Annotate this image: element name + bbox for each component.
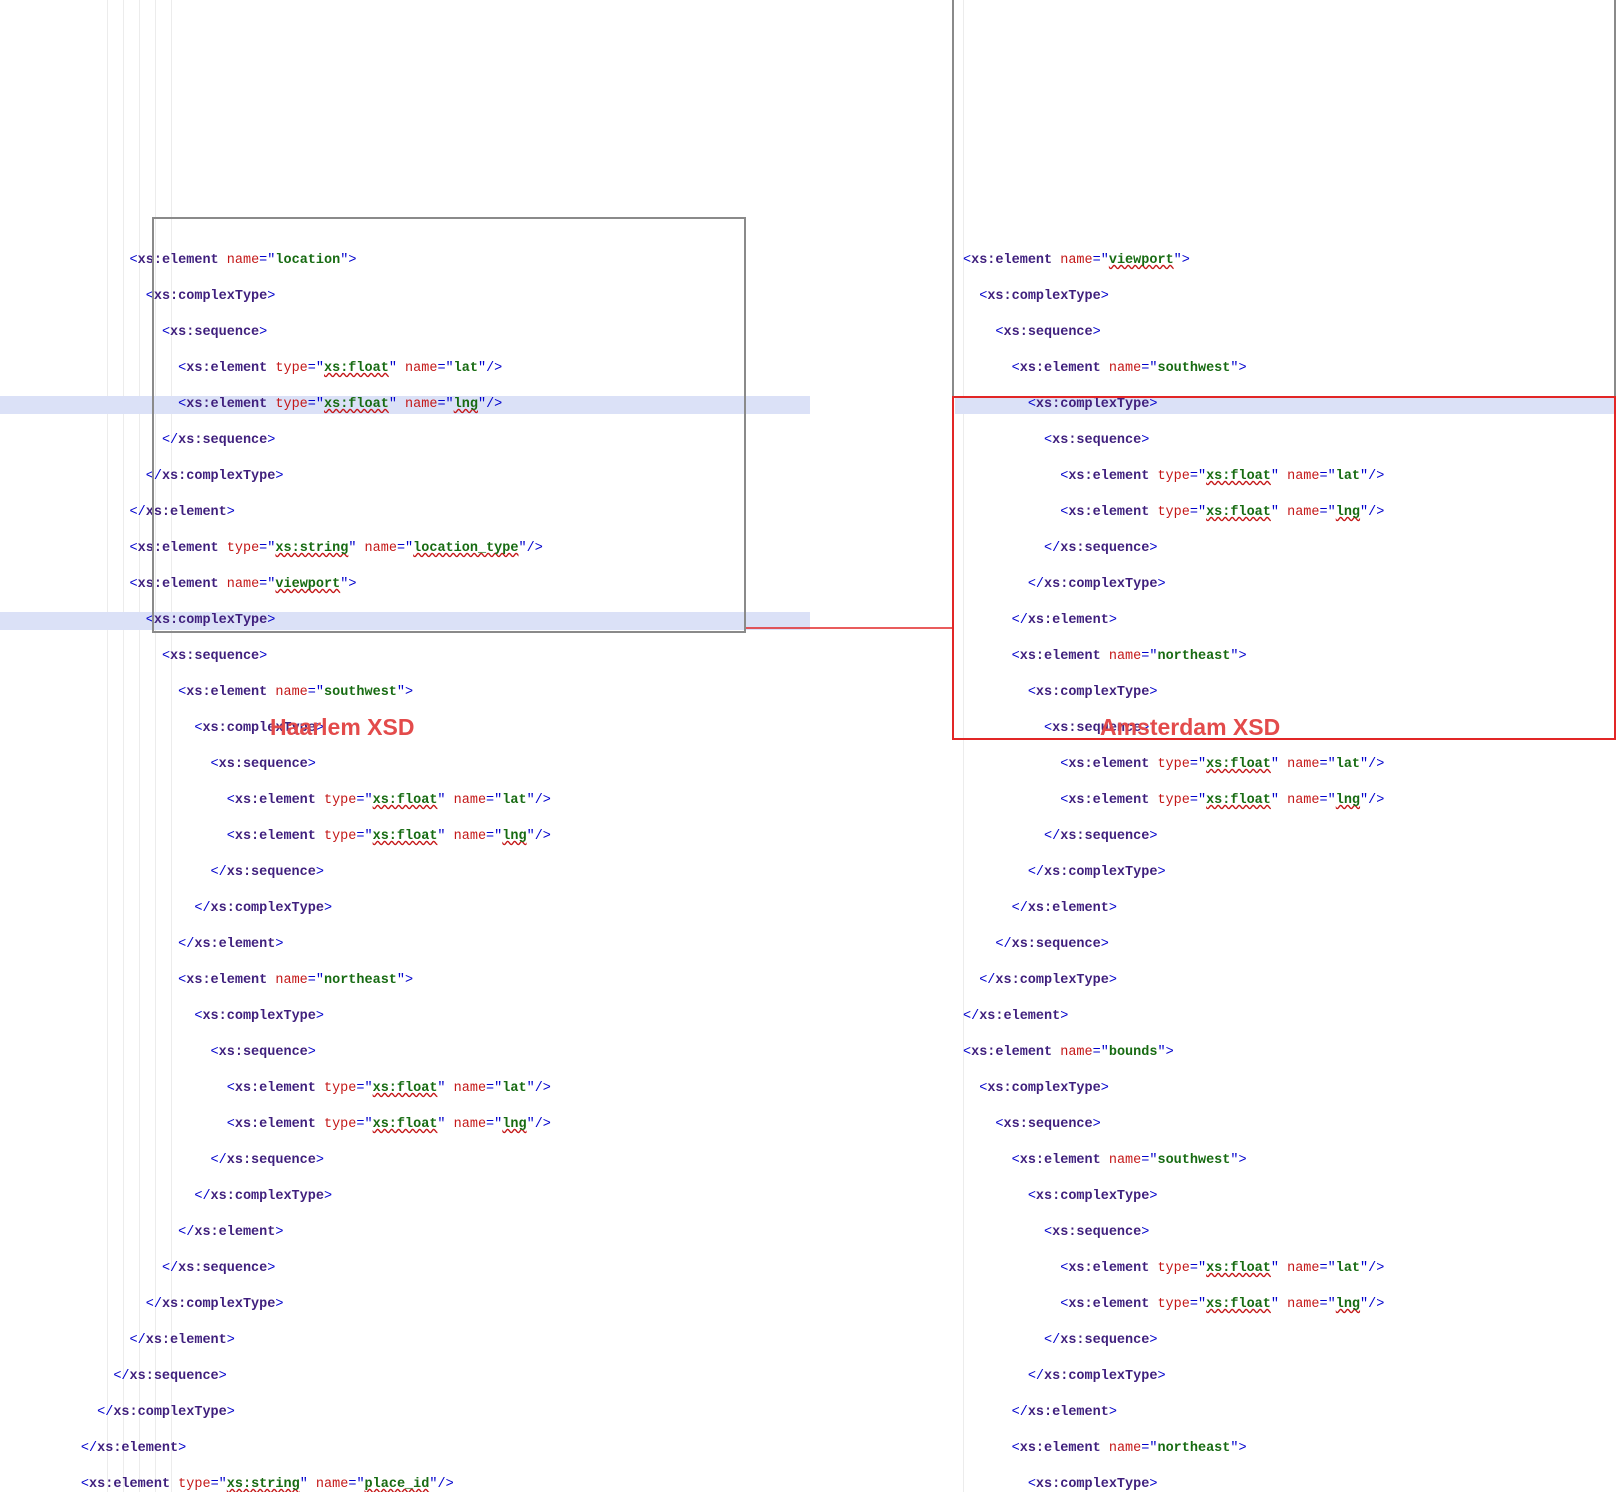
left-xsd-panel: <xs:element name="location"> <xs:complex…: [0, 0, 830, 1492]
code-left[interactable]: <xs:element name="location"> <xs:complex…: [0, 234, 830, 1492]
code-right[interactable]: <xs:element name="viewport"> <xs:complex…: [955, 234, 1615, 1492]
right-xsd-panel: <xs:element name="viewport"> <xs:complex…: [955, 0, 1615, 1492]
left-caption: Haarlem XSD: [270, 718, 414, 736]
right-caption: Amsterdam XSD: [1100, 718, 1280, 736]
